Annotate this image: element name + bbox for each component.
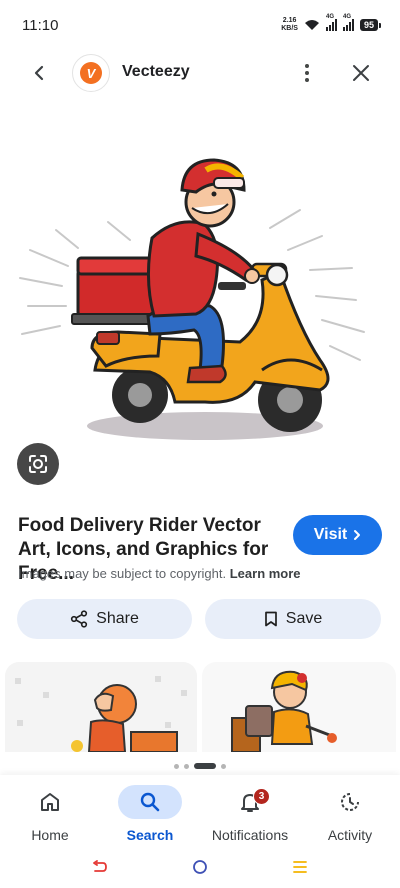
bookmark-icon — [264, 611, 277, 627]
battery-icon: 95 — [359, 19, 382, 31]
carousel-dot-active — [194, 763, 216, 769]
site-name: Vecteezy — [122, 63, 190, 80]
share-label: Share — [96, 610, 139, 627]
signal-icon: 4G — [342, 14, 354, 31]
system-recents-button[interactable] — [290, 857, 310, 877]
bottom-navigation: Home Search 3 Notifications Activity — [0, 775, 400, 847]
lens-icon — [29, 455, 47, 473]
system-navigation-bar — [0, 847, 400, 888]
more-options-button[interactable] — [296, 60, 318, 86]
chevron-right-icon — [354, 530, 361, 540]
signal-icon: 4G — [325, 14, 337, 31]
share-icon — [71, 610, 88, 628]
site-logo: V — [72, 54, 110, 92]
nav-item-search[interactable]: Search — [100, 785, 200, 843]
more-vert-icon — [305, 64, 309, 68]
visit-label: Visit — [313, 526, 348, 543]
related-rider-illustration — [15, 676, 187, 752]
status-time: 11:10 — [22, 17, 59, 34]
result-image[interactable] — [0, 120, 400, 500]
back-arrow-icon — [93, 860, 107, 872]
chevron-left-icon — [34, 65, 44, 81]
learn-more-link[interactable]: Learn more — [230, 566, 301, 581]
wifi-icon — [304, 20, 319, 30]
related-image[interactable] — [202, 662, 396, 752]
close-icon — [353, 65, 369, 81]
header: V Vecteezy — [0, 50, 400, 96]
menu-lines-icon — [293, 861, 307, 873]
related-rider-illustration — [231, 670, 337, 752]
back-button[interactable] — [26, 60, 52, 86]
carousel-indicator — [0, 763, 400, 769]
system-back-button[interactable] — [90, 857, 110, 877]
nav-item-home[interactable]: Home — [0, 785, 100, 843]
save-label: Save — [285, 610, 323, 627]
delivery-rider-illustration — [19, 158, 365, 440]
nav-item-activity[interactable]: Activity — [300, 785, 400, 843]
nav-item-notifications[interactable]: 3 Notifications — [200, 785, 300, 843]
home-icon — [41, 793, 59, 811]
carousel-dot — [184, 763, 189, 769]
status-icons: 2.16 KB/S 4G 4G 95 — [281, 14, 382, 33]
activity-icon — [341, 793, 359, 811]
vecteezy-logo-icon: V — [80, 62, 102, 84]
close-button[interactable] — [348, 60, 374, 86]
share-button[interactable]: Share — [17, 599, 192, 639]
copyright-notice: Images may be subject to copyright. Lear… — [18, 566, 301, 581]
notification-badge: 3 — [253, 788, 270, 805]
carousel-dot — [221, 763, 226, 769]
visit-button[interactable]: Visit — [293, 515, 382, 555]
network-speed: 2.16 KB/S — [281, 17, 298, 32]
google-lens-button[interactable] — [17, 443, 59, 485]
system-home-button[interactable] — [190, 857, 210, 877]
carousel-dot — [174, 763, 179, 769]
search-icon — [140, 792, 160, 812]
related-image[interactable] — [5, 662, 197, 752]
status-bar: 11:10 2.16 KB/S 4G 4G 95 — [0, 0, 400, 50]
save-button[interactable]: Save — [205, 599, 381, 639]
circle-icon — [193, 860, 207, 874]
